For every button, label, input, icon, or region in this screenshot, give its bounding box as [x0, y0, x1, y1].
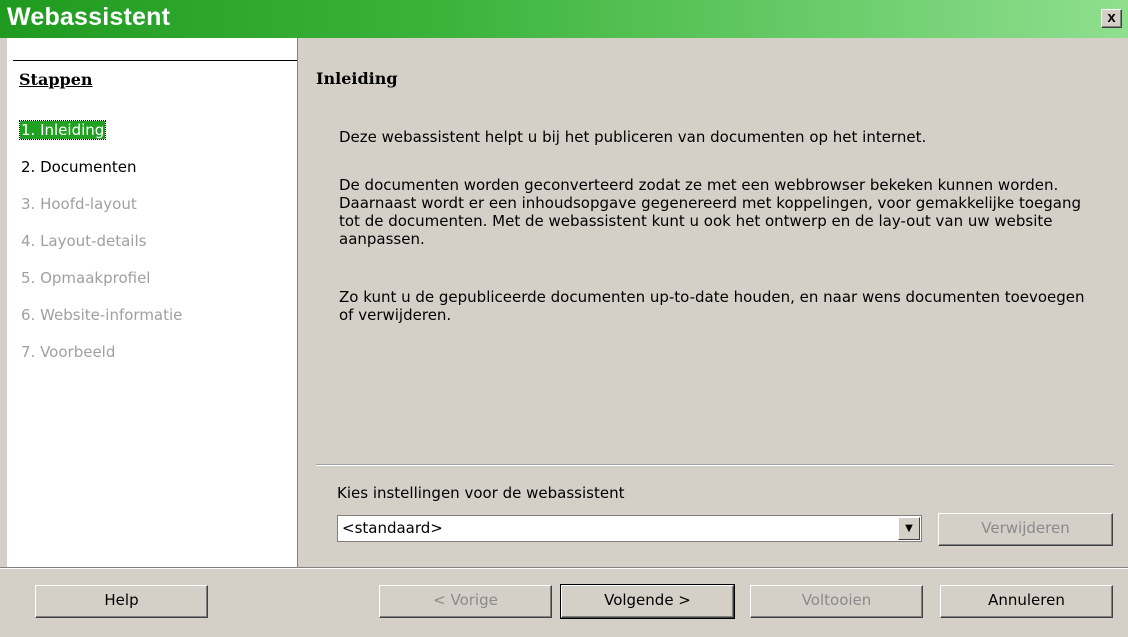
step-layout-details: 4. Layout-details	[21, 232, 147, 250]
intro-paragraph-1: Deze webassistent helpt u bij het public…	[339, 128, 927, 146]
settings-combobox[interactable]: <standaard> ▼	[337, 515, 922, 542]
step-website-informatie: 6. Website-informatie	[21, 306, 183, 324]
help-button[interactable]: Help	[35, 585, 208, 618]
step-opmaakprofiel: 5. Opmaakprofiel	[21, 269, 151, 287]
settings-selected-value: <standaard>	[342, 519, 443, 537]
settings-divider	[316, 464, 1113, 466]
previous-button[interactable]: < Vorige	[379, 585, 552, 618]
finish-button[interactable]: Voltooien	[750, 585, 923, 618]
step-documenten[interactable]: 2. Documenten	[20, 158, 138, 176]
chevron-down-icon: ▼	[905, 523, 913, 534]
title-bar: Webassistent x	[0, 0, 1128, 38]
page-title: Inleiding	[316, 69, 398, 88]
steps-sidebar: Stappen 1. Inleiding 2. Documenten 3. Ho…	[7, 38, 298, 567]
steps-title: Stappen	[19, 70, 93, 89]
window-frame	[0, 38, 7, 637]
steps-divider	[13, 60, 297, 61]
delete-settings-button[interactable]: Verwijderen	[938, 513, 1113, 546]
window-title: Webassistent	[7, 3, 171, 31]
intro-paragraph-2: De documenten worden geconverteerd zodat…	[339, 176, 1082, 248]
close-button[interactable]: x	[1101, 9, 1122, 28]
intro-paragraph-3: Zo kunt u de gepubliceerde documenten up…	[339, 288, 1085, 324]
close-icon: x	[1107, 9, 1116, 26]
cancel-button[interactable]: Annuleren	[940, 585, 1113, 618]
settings-label: Kies instellingen voor de webassistent	[337, 484, 625, 502]
next-button[interactable]: Volgende >	[560, 584, 735, 619]
step-inleiding[interactable]: 1. Inleiding	[18, 120, 107, 140]
step-hoofd-layout: 3. Hoofd-layout	[21, 195, 137, 213]
step-voorbeeld: 7. Voorbeeld	[21, 343, 116, 361]
footer-divider	[0, 567, 1128, 569]
dropdown-arrow-button[interactable]: ▼	[898, 517, 920, 540]
